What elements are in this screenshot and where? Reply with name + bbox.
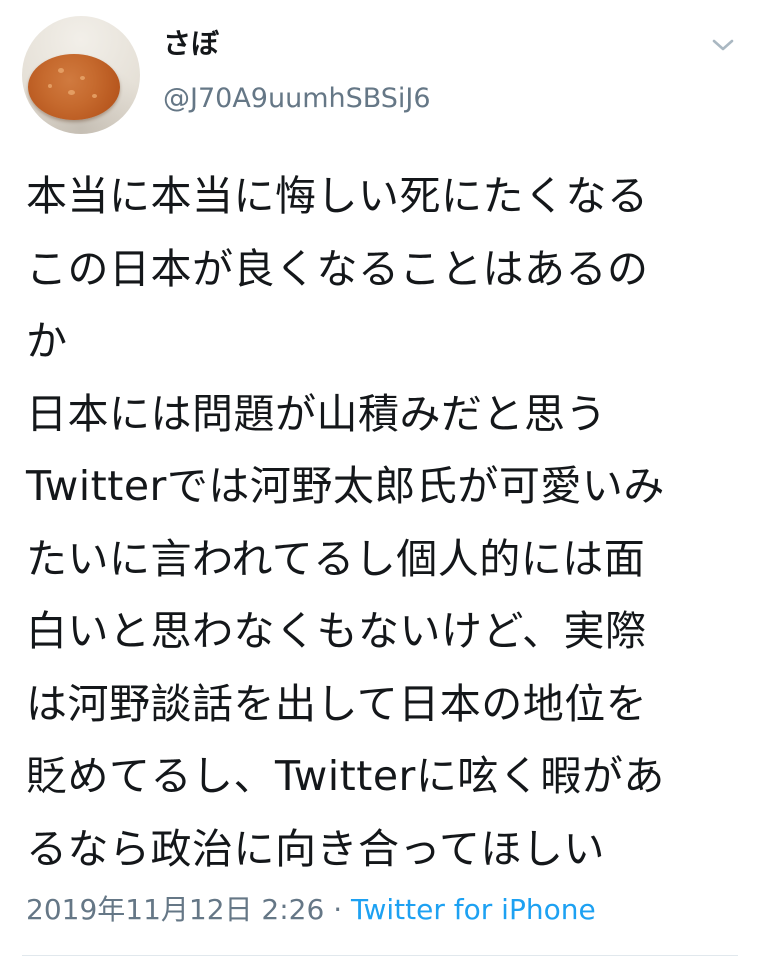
avatar-pancake (28, 54, 120, 120)
tweet-text: 本当に本当に悔しい死にたくなる この日本が良くなることはあるの か 日本には問題… (26, 172, 665, 873)
source-link[interactable]: Twitter for iPhone (351, 893, 596, 926)
pancake-spot (58, 68, 64, 73)
user-handle[interactable]: @J70A9uumhSBSiJ6 (163, 82, 431, 116)
chevron-down-icon[interactable] (708, 30, 738, 60)
pancake-spot (80, 76, 85, 80)
pancake-spot (68, 90, 75, 95)
avatar[interactable] (22, 16, 140, 134)
display-name[interactable]: さぼ (163, 26, 219, 62)
pancake-spot (48, 84, 52, 88)
divider (22, 955, 738, 956)
meta-separator: · (333, 893, 343, 926)
pancake-spot (92, 94, 97, 98)
timestamp[interactable]: 2019年11月12日 2:26 (26, 893, 324, 926)
tweet-meta: 2019年11月12日 2:26 · Twitter for iPhone (26, 892, 596, 928)
